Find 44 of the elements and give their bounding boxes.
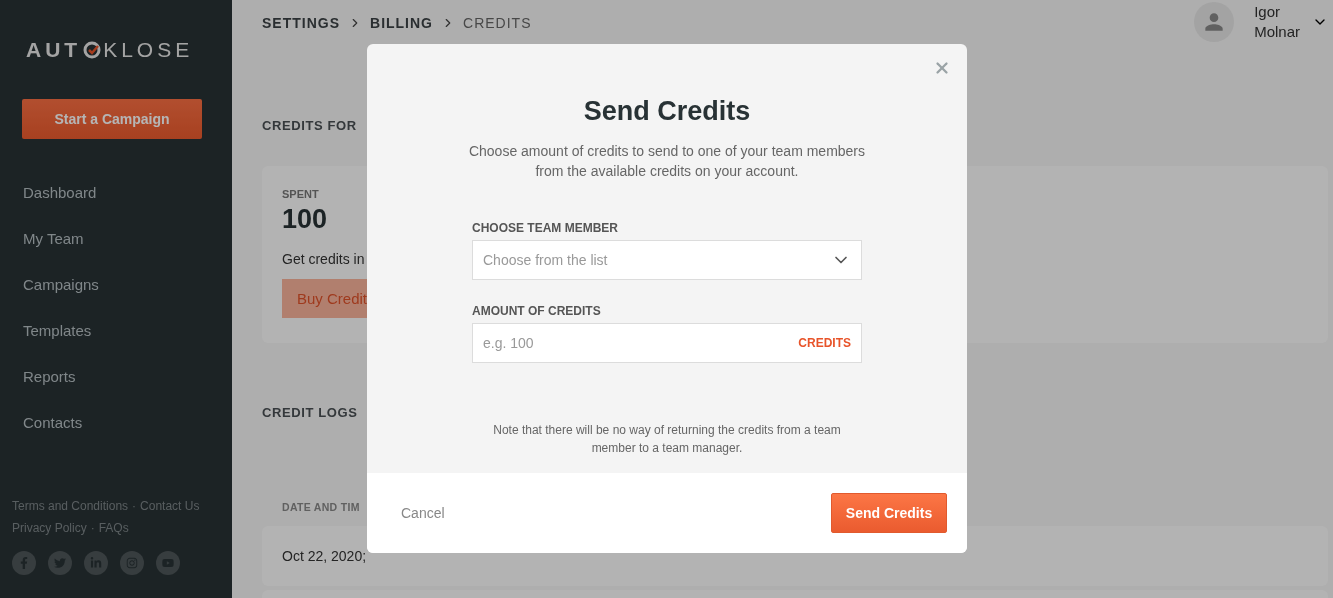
avatar[interactable]: [1194, 2, 1235, 42]
check-circle-icon: [83, 41, 102, 59]
card-text: Get credits in: [282, 251, 365, 267]
separator: ·: [132, 499, 137, 513]
footer-link[interactable]: Contact Us: [140, 499, 200, 513]
facebook-icon[interactable]: [12, 551, 36, 575]
play-icon[interactable]: [156, 551, 180, 575]
footer-link[interactable]: Terms and Conditions: [12, 499, 129, 513]
cancel-button[interactable]: Cancel: [401, 505, 445, 521]
unit-label: CREDITS: [798, 336, 851, 350]
nav-item[interactable]: Templates: [0, 307, 232, 353]
nav-item[interactable]: My Team: [0, 215, 232, 261]
nav-item[interactable]: Campaigns: [0, 261, 232, 307]
user-name[interactable]: Igor Molnar: [1254, 2, 1300, 42]
stat-label: SPENT: [282, 188, 319, 200]
field-label: AMOUNT OF CREDITS: [472, 304, 602, 318]
section-title: CREDITS FOR: [262, 118, 357, 133]
nav-item[interactable]: Reports: [0, 353, 232, 399]
breadcrumb-link[interactable]: CREDITS: [463, 15, 532, 31]
dialog-title: Send Credits: [583, 96, 751, 127]
column-header: DATE AND TIM: [282, 501, 360, 513]
table-cell: Oct 22, 2020;: [282, 548, 367, 564]
breadcrumb-link[interactable]: BILLING: [370, 15, 433, 31]
section-title: CREDIT LOGS: [262, 405, 358, 420]
nav-item[interactable]: Contacts: [0, 399, 232, 445]
dialog-description: Choose amount of credits to send to one of your team members from the available credits on your account.: [467, 142, 867, 181]
send-credits-button[interactable]: Send Credits: [831, 493, 947, 533]
nav-item[interactable]: Dashboard: [0, 169, 232, 215]
amount-input-field[interactable]: e.g. 100 CREDITS: [472, 323, 862, 363]
breadcrumb-link[interactable]: SETTINGS: [262, 15, 340, 31]
bird-icon[interactable]: [48, 551, 72, 575]
separator: ·: [90, 521, 95, 535]
close-icon[interactable]: [933, 59, 951, 77]
note-text: Note that there will be no way of returning the credits from a team member to a team manager.: [492, 422, 842, 457]
linkedin-icon[interactable]: [84, 551, 108, 575]
team-member-select[interactable]: Choose from the list: [472, 240, 862, 280]
stat-value: 100: [282, 204, 328, 235]
footer-link[interactable]: FAQs: [98, 521, 129, 535]
logo-text: KLOSE: [103, 38, 194, 62]
logo-text: AUT: [26, 38, 82, 62]
footer-link[interactable]: Privacy Policy: [12, 521, 87, 535]
field-label: CHOOSE TEAM MEMBER: [472, 221, 619, 235]
camera-icon[interactable]: [120, 551, 144, 575]
start-campaign-button[interactable]: Start a Campaign: [22, 99, 202, 139]
